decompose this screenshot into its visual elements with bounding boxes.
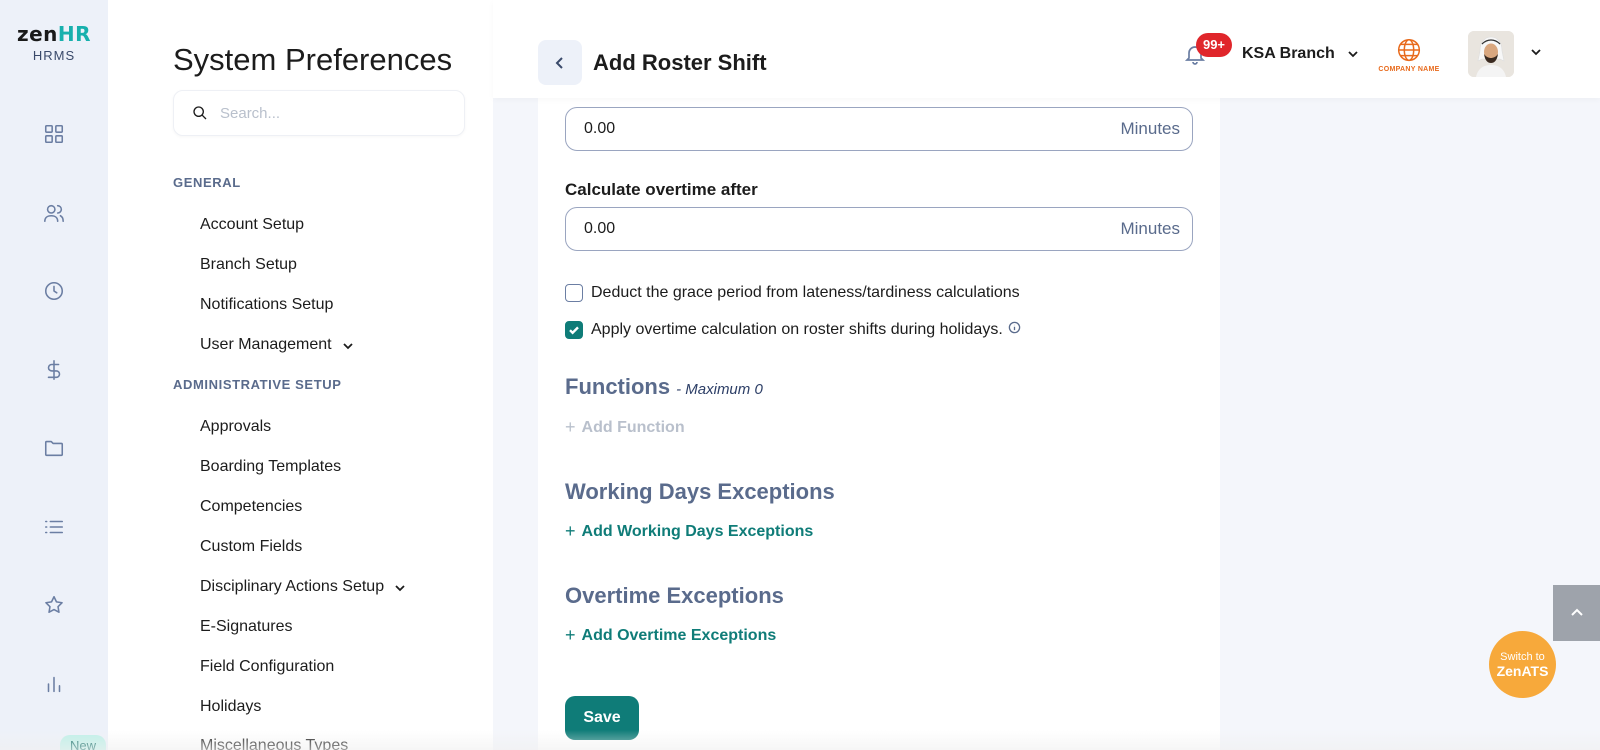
add-function-link[interactable]: + Add Function [565, 417, 685, 438]
sidebar-item-disciplinary-actions-setup[interactable]: Disciplinary Actions Setup [200, 578, 406, 596]
avatar[interactable] [1468, 31, 1514, 77]
star-icon[interactable] [40, 591, 68, 619]
dashboard-icon[interactable] [40, 120, 68, 148]
sidebar-item-notifications-setup[interactable]: Notifications Setup [200, 296, 333, 314]
chevron-down-icon [394, 581, 406, 593]
sidebar-item-label: User Management [200, 336, 332, 353]
save-button[interactable]: Save [565, 696, 639, 740]
overtime-exceptions-heading: Overtime Exceptions [565, 583, 784, 608]
sidebar-title: System Preferences [173, 42, 453, 77]
search-icon [193, 106, 207, 120]
list-icon[interactable] [40, 513, 68, 541]
sidebar-item-e-signatures[interactable]: E-Signatures [200, 618, 293, 636]
overtime-after-input[interactable] [584, 220, 984, 238]
clock-icon[interactable] [40, 277, 68, 305]
info-icon[interactable] [1003, 321, 1021, 339]
sidebar-item-user-management[interactable]: User Management [200, 336, 354, 354]
section-administrative-setup: ADMINISTRATIVE SETUP [173, 377, 342, 392]
top-header: Add Roster Shift 99+ KSA Branch COMPANY … [493, 0, 1600, 98]
sidebar-item-field-configuration[interactable]: Field Configuration [200, 658, 334, 676]
holiday-overtime-row: Apply overtime calculation on roster shi… [565, 321, 1021, 339]
ats-line2: ZenATS [1496, 662, 1549, 679]
chevron-down-icon [1348, 51, 1358, 58]
minutes-unit: Minutes [1120, 219, 1180, 238]
page-title: Add Roster Shift [593, 50, 767, 75]
zenhr-logo[interactable]: zenHR HRMS [14, 22, 94, 63]
sidebar-item-approvals[interactable]: Approvals [200, 418, 271, 436]
plus-icon: + [565, 521, 576, 541]
search-input[interactable] [220, 104, 440, 122]
main-nav-rail: zenHR HRMS New [0, 0, 108, 750]
functions-title: Functions [565, 374, 671, 399]
company-name-text: COMPANY NAME [1378, 66, 1440, 73]
working-days-heading: Working Days Exceptions [565, 479, 835, 504]
chart-icon[interactable] [40, 670, 68, 698]
functions-heading: Functions - Maximum 0 [565, 374, 763, 400]
ats-line1: Switch to [1500, 650, 1545, 663]
user-menu-chevron[interactable] [1518, 45, 1542, 63]
globe-icon [1397, 38, 1421, 62]
notification-badge: 99+ [1196, 33, 1232, 57]
minutes-field-1: Minutes [565, 107, 1193, 151]
deduct-grace-label: Deduct the grace period from lateness/ta… [591, 284, 1020, 301]
sidebar-item-label: Disciplinary Actions Setup [200, 578, 385, 595]
logo-brand: zenHR [14, 22, 94, 46]
plus-icon: + [565, 417, 576, 437]
sidebar-item-account-setup[interactable]: Account Setup [200, 216, 304, 234]
add-overtime-label: Add Overtime Exceptions [581, 626, 777, 644]
chevron-down-icon [1531, 49, 1541, 56]
sidebar-item-holidays[interactable]: Holidays [200, 698, 261, 716]
people-icon[interactable] [40, 199, 68, 227]
logo-brand-a: zen [16, 22, 58, 46]
sidebar-item-competencies[interactable]: Competencies [200, 498, 302, 516]
new-badge: New [60, 735, 106, 750]
section-general: GENERAL [173, 175, 241, 190]
chevron-up-icon [1570, 608, 1583, 616]
chevron-left-icon [555, 56, 563, 69]
minutes-input-1[interactable] [584, 120, 984, 138]
overtime-after-label: Calculate overtime after [565, 180, 758, 199]
branch-selector[interactable]: KSA Branch [1242, 45, 1359, 63]
sidebar-item-custom-fields[interactable]: Custom Fields [200, 538, 302, 556]
back-button[interactable] [538, 40, 582, 85]
add-function-label: Add Function [581, 418, 685, 436]
logo-brand-b: HR [57, 22, 92, 46]
company-logo: COMPANY NAME [1373, 29, 1445, 79]
add-working-days-link[interactable]: + Add Working Days Exceptions [565, 521, 813, 542]
holiday-overtime-label: Apply overtime calculation on roster shi… [591, 321, 1003, 338]
add-working-days-label: Add Working Days Exceptions [581, 522, 814, 540]
overtime-after-field: Minutes [565, 207, 1193, 251]
switch-to-zenats-button[interactable]: Switch to ZenATS [1489, 631, 1556, 698]
minutes-unit: Minutes [1120, 119, 1180, 138]
logo-subtitle: HRMS [32, 48, 76, 63]
folder-icon[interactable] [40, 434, 68, 462]
dollar-icon[interactable] [40, 356, 68, 384]
check-icon [569, 326, 579, 335]
holiday-overtime-checkbox[interactable] [565, 321, 583, 339]
system-preferences-sidebar: System Preferences GENERAL Account Setup… [108, 0, 493, 750]
branch-label: KSA Branch [1242, 45, 1335, 62]
chevron-down-icon [342, 339, 354, 351]
roster-shift-form: Minutes Calculate overtime after Minutes… [538, 98, 1220, 750]
plus-icon: + [565, 625, 576, 645]
functions-max: - Maximum 0 [676, 381, 763, 398]
deduct-grace-row: Deduct the grace period from lateness/ta… [565, 284, 1020, 302]
add-overtime-link[interactable]: + Add Overtime Exceptions [565, 625, 776, 646]
deduct-grace-checkbox[interactable] [565, 284, 583, 302]
scroll-to-top-button[interactable] [1553, 585, 1600, 641]
sidebar-search [173, 90, 465, 136]
sidebar-item-branch-setup[interactable]: Branch Setup [200, 256, 297, 274]
sidebar-item-boarding-templates[interactable]: Boarding Templates [200, 458, 341, 476]
sidebar-item-miscellaneous-types[interactable]: Miscellaneous Types [200, 737, 348, 750]
